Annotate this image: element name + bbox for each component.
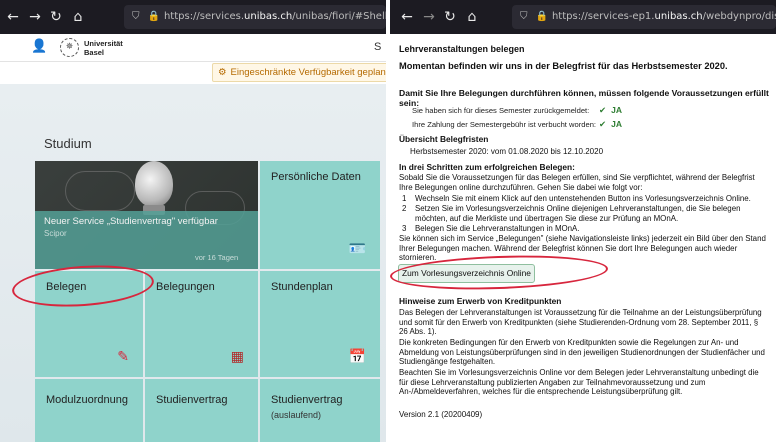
news-subtitle: Scipor (44, 229, 67, 238)
notice-text: Eingeschränkte Verfügbarkeit geplan (230, 67, 386, 78)
condition-value: ✔ JA (599, 105, 622, 116)
shell-header: 👤 ✵ Universität Basel S (0, 34, 386, 62)
tile-title: Studienvertrag (271, 394, 343, 406)
step-item: 3 Belegen Sie die Lehrveranstaltungen in … (402, 224, 762, 234)
open-course-catalog-button[interactable]: Zum Vorlesungsverzeichnis Online (398, 264, 535, 283)
condition-value-text: JA (611, 119, 622, 129)
steps-intro: Sobald Sie die Voraussetzungen für das B… (399, 173, 755, 192)
back-icon[interactable]: ← (398, 8, 416, 26)
forward-icon[interactable]: → (420, 8, 438, 26)
back-icon[interactable]: ← (4, 8, 22, 26)
browser-toolbar: ← → ↻ ⌂ ⛉ 🔒 https://services-ep1.unibas.ch… (390, 0, 776, 34)
service-note: Sie können sich im Service „Belegungen" … (399, 234, 766, 263)
url-suffix: /unibas/fiori/#Shell-home (292, 11, 386, 22)
pencil-icon: ✎ (117, 349, 129, 365)
step-item: 2 Setzen Sie im Vorlesungsverzeichnis Onl… (402, 204, 762, 223)
reload-icon[interactable]: ↻ (441, 8, 459, 26)
step-number: 3 (402, 224, 407, 233)
gear-icon: ⚙ (218, 67, 227, 78)
tile-belegungen[interactable]: Belegungen ▦ (145, 271, 258, 377)
user-icon[interactable]: 👤 (31, 39, 47, 54)
url-prefix: https://services-ep1. (551, 11, 655, 22)
phase-heading: Momentan befinden wir uns in der Belegfr… (399, 61, 728, 71)
condition-label: Ihre Zahlung der Semestergebühr ist verb… (412, 120, 597, 129)
step-text: Wechseln Sie mit einem Klick auf den unt… (415, 194, 751, 203)
tile-title: Modulzuordnung (46, 394, 128, 406)
shield-icon: ⛉ (520, 11, 528, 22)
cloud-drawing (65, 171, 135, 211)
condition-value-text: JA (611, 105, 622, 115)
logo-line-1: Universität (84, 39, 123, 48)
url-prefix: https://services. (163, 11, 245, 22)
url-suffix: /webdynpro/dispatcher/local/ (702, 11, 776, 22)
availability-notice[interactable]: ⚙ Eingeschränkte Verfügbarkeit geplan (212, 63, 386, 82)
step-item: 1 Wechseln Sie mit einem Klick auf den un… (402, 194, 762, 204)
home-icon[interactable]: ⌂ (463, 8, 481, 26)
steps-heading: In drei Schritten zum erfolgreichen Bele… (399, 162, 575, 172)
credits-paragraph: Die konkreten Bedingungen für den Erwerb… (399, 338, 765, 367)
checkmark-icon: ✔ (599, 120, 607, 130)
news-tile[interactable]: Neuer Service „Studienvertrag" verfügbar… (35, 161, 258, 269)
shield-icon: ⛉ (132, 11, 140, 22)
condition-value: ✔ JA (599, 119, 622, 130)
reload-icon[interactable]: ↻ (47, 8, 65, 26)
credits-heading: Hinweise zum Erwerb von Kreditpunkten (399, 296, 562, 306)
left-browser-window: ← → ↻ ⌂ ⛉ 🔒 https://services.unibas.ch/uni… (0, 0, 386, 442)
logo-line-2: Basel (84, 48, 105, 57)
url-host: unibas.ch (244, 11, 293, 22)
tile-belegen[interactable]: Belegen ✎ (35, 271, 143, 377)
forward-icon[interactable]: → (26, 8, 44, 26)
condition-label: Sie haben sich für dieses Semester zurüc… (412, 106, 590, 115)
step-text: Setzen Sie im Vorlesungsverzeichnis Onli… (415, 204, 741, 213)
tile-title: Studienvertrag (156, 394, 228, 406)
credits-paragraph: Das Belegen der Lehrveranstaltungen ist … (399, 308, 762, 337)
lock-icon: 🔒 (147, 11, 160, 22)
tile-title: Belegungen (156, 281, 215, 293)
tile-title: Belegen (46, 281, 87, 293)
university-seal-icon: ✵ (60, 38, 79, 57)
tile-title: Persönliche Daten (271, 171, 361, 183)
credits-paragraph: Beachten Sie im Vorlesungsverzeichnis On… (399, 368, 759, 397)
page-title: Lehrveranstaltungen belegen (399, 44, 525, 54)
tile-subtitle: (auslaufend) (271, 410, 322, 420)
lightbulb-image (135, 161, 173, 207)
tile-studienvertrag[interactable]: Studienvertrag (145, 379, 258, 442)
tile-stundenplan[interactable]: Stundenplan 📅 (260, 271, 380, 377)
tile-persoenliche-daten[interactable]: Persönliche Daten 🪪 (260, 161, 380, 269)
lock-icon: 🔒 (535, 11, 548, 22)
deadlines-heading: Übersicht Belegfristen (399, 134, 489, 144)
news-title: Neuer Service „Studienvertrag" verfügbar (44, 216, 218, 227)
version-label: Version 2.1 (20200409) (399, 410, 483, 419)
document-content: Lehrveranstaltungen belegen Momentan bef… (390, 34, 776, 442)
prerequisites-heading: Damit Sie Ihre Belegungen durchführen kö… (399, 88, 769, 108)
step-number: 1 (402, 194, 407, 203)
university-logo[interactable]: Universität Basel (84, 39, 123, 57)
id-card-icon: 🪪 (348, 241, 366, 257)
browser-toolbar: ← → ↻ ⌂ ⛉ 🔒 https://services.unibas.ch/uni… (0, 0, 386, 34)
right-browser-window: ← → ↻ ⌂ ⛉ 🔒 https://services-ep1.unibas.ch… (390, 0, 776, 442)
step-text-cont: möchten, auf die Merkliste und übertrage… (415, 213, 679, 223)
header-user-initial[interactable]: S (374, 41, 381, 53)
step-number: 2 (402, 204, 407, 213)
tile-studienvertrag-auslaufend[interactable]: Studienvertrag (auslaufend) (260, 379, 380, 442)
news-footer: vor 16 Tagen (195, 253, 239, 262)
address-bar[interactable]: ⛉ 🔒 https://services.unibas.ch/unibas/fior… (124, 5, 386, 29)
deadline-line: Herbstsemester 2020: vom 01.08.2020 bis … (410, 147, 604, 156)
calendar-icon: 📅 (348, 349, 366, 365)
tile-modulzuordnung[interactable]: Modulzuordnung (35, 379, 143, 442)
step-text: Belegen Sie die Lehrveranstaltungen in M… (415, 224, 580, 233)
checkmark-icon: ✔ (599, 106, 607, 116)
tile-title: Stundenplan (271, 281, 333, 293)
address-bar[interactable]: ⛉ 🔒 https://services-ep1.unibas.ch/webdynp… (512, 5, 776, 29)
section-title: Studium (44, 136, 92, 151)
home-icon[interactable]: ⌂ (69, 8, 87, 26)
grid-icon: ▦ (230, 349, 244, 365)
url-host: unibas.ch (654, 11, 703, 22)
